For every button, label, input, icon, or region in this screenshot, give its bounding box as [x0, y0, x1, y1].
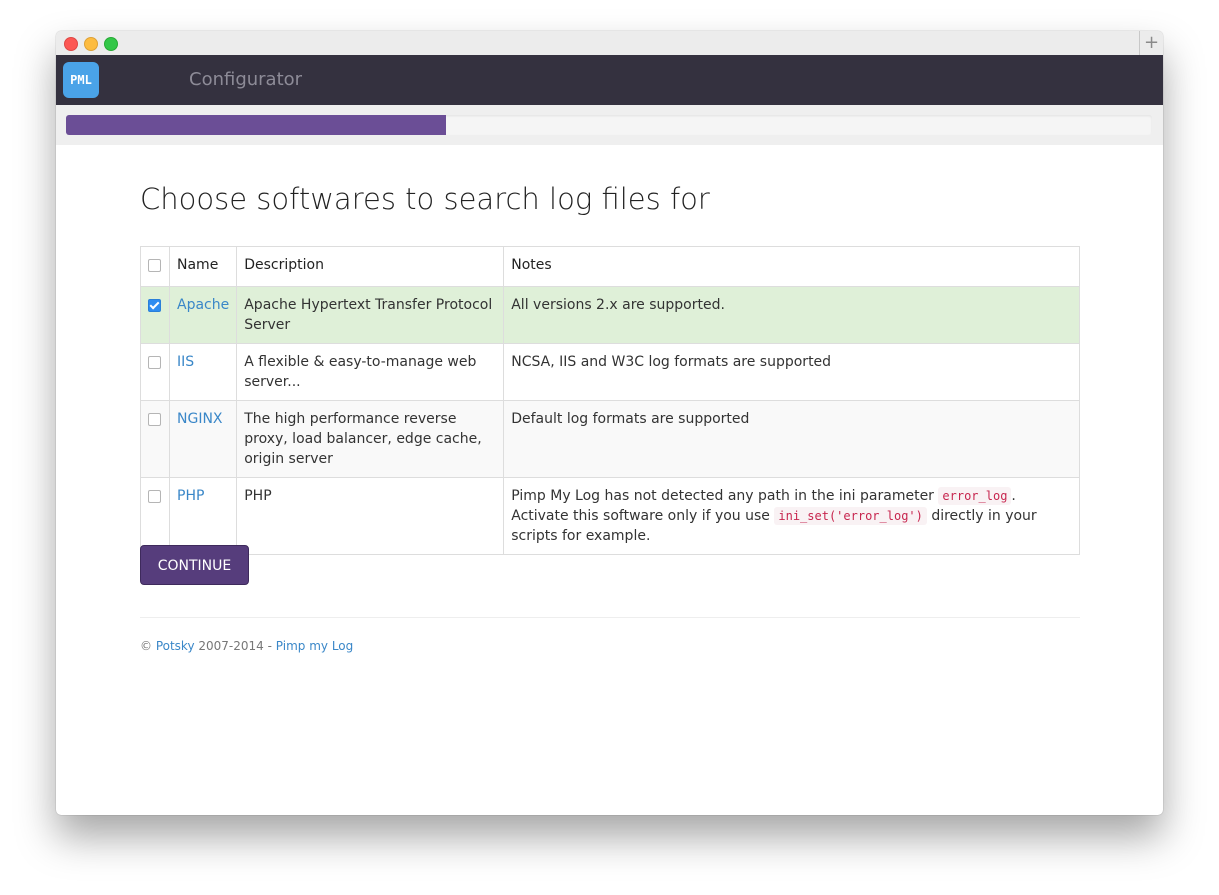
- navbar: PML Configurator: [56, 55, 1163, 105]
- iis-checkbox[interactable]: [148, 356, 161, 369]
- notes-text: Pimp My Log has not detected any path in…: [511, 488, 939, 504]
- minimize-window-icon[interactable]: [84, 37, 98, 51]
- progress-bar-fill: [66, 115, 447, 135]
- desktop: + PML Configurator Choose softwares to s…: [0, 0, 1219, 895]
- new-tab-button[interactable]: +: [1139, 31, 1163, 55]
- copyright-symbol: ©: [140, 639, 152, 653]
- row-description: The high performance reverse proxy, load…: [236, 400, 505, 478]
- zoom-window-icon[interactable]: [104, 37, 118, 51]
- header-description: Description: [236, 246, 505, 287]
- row-description: A flexible & easy-to-manage web server..…: [236, 343, 505, 401]
- row-description: PHP: [236, 477, 505, 555]
- row-checkbox-cell: [140, 286, 170, 344]
- table-row-iis[interactable]: IIS A flexible & easy-to-manage web serv…: [140, 343, 1080, 401]
- page-title: Choose softwares to search log files for: [140, 182, 710, 216]
- row-notes: NCSA, IIS and W3C log formats are suppor…: [503, 343, 1080, 401]
- software-table: Name Description Notes Apache Apache Hyp…: [140, 246, 1080, 555]
- close-window-icon[interactable]: [64, 37, 78, 51]
- code-error-log: error_log: [938, 487, 1012, 505]
- php-link[interactable]: PHP: [177, 488, 204, 504]
- progress-track: [66, 115, 1152, 135]
- footer-divider: [140, 617, 1080, 618]
- row-notes: All versions 2.x are supported.: [503, 286, 1080, 344]
- row-description: Apache Hypertext Transfer Protocol Serve…: [236, 286, 505, 344]
- apache-checkbox[interactable]: [148, 299, 161, 312]
- author-link[interactable]: Potsky: [156, 639, 195, 653]
- header-notes: Notes: [503, 246, 1080, 287]
- apache-link[interactable]: Apache: [177, 297, 229, 313]
- browser-window: + PML Configurator Choose softwares to s…: [56, 31, 1163, 815]
- table-row-apache[interactable]: Apache Apache Hypertext Transfer Protoco…: [140, 286, 1080, 344]
- progress-area: [56, 105, 1163, 145]
- row-name-cell: PHP: [168, 477, 238, 555]
- table-header-row: Name Description Notes: [140, 246, 1080, 287]
- php-checkbox[interactable]: [148, 490, 161, 503]
- window-titlebar: +: [56, 31, 1163, 56]
- nginx-link[interactable]: NGINX: [177, 411, 223, 427]
- project-link[interactable]: Pimp my Log: [276, 639, 353, 653]
- header-name: Name: [168, 246, 238, 287]
- footer-years: 2007-2014 -: [198, 639, 272, 653]
- table-row-nginx[interactable]: NGINX The high performance reverse proxy…: [140, 400, 1080, 478]
- footer: © Potsky 2007-2014 - Pimp my Log: [140, 639, 353, 653]
- code-ini-set: ini_set('error_log'): [774, 507, 927, 525]
- row-checkbox-cell: [140, 343, 170, 401]
- iis-link[interactable]: IIS: [177, 354, 194, 370]
- row-notes: Default log formats are supported: [503, 400, 1080, 478]
- select-all-checkbox[interactable]: [148, 259, 161, 272]
- nginx-checkbox[interactable]: [148, 413, 161, 426]
- row-name-cell: Apache: [168, 286, 238, 344]
- select-all-cell: [140, 246, 170, 287]
- pml-logo-icon[interactable]: PML: [63, 62, 99, 98]
- table-row-php[interactable]: PHP PHP Pimp My Log has not detected any…: [140, 477, 1080, 555]
- continue-button[interactable]: CONTINUE: [140, 545, 249, 585]
- row-checkbox-cell: [140, 477, 170, 555]
- row-checkbox-cell: [140, 400, 170, 478]
- row-name-cell: IIS: [168, 343, 238, 401]
- navbar-brand[interactable]: Configurator: [189, 55, 302, 105]
- row-notes: Pimp My Log has not detected any path in…: [503, 477, 1080, 555]
- row-name-cell: NGINX: [168, 400, 238, 478]
